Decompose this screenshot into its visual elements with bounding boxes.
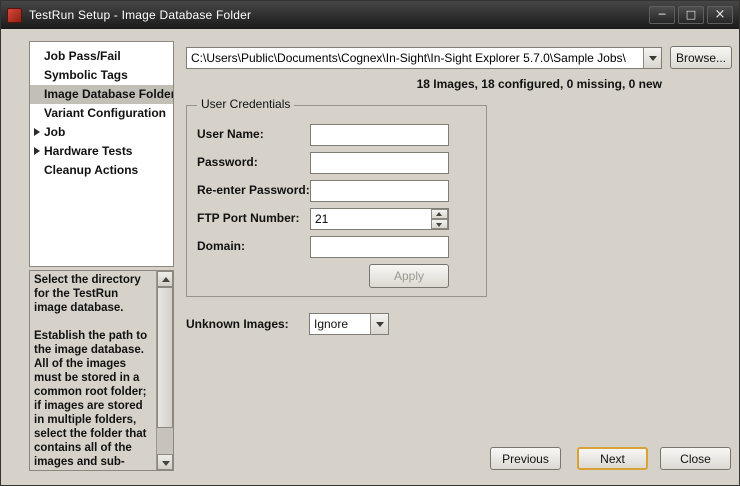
expand-arrow-icon[interactable] — [34, 128, 40, 136]
unknown-images-dropdown-button[interactable] — [370, 314, 388, 334]
step-description-text: Select the directory for the TestRun ima… — [34, 273, 153, 469]
domain-field[interactable] — [310, 236, 449, 258]
password-label: Password: — [197, 155, 258, 169]
arrow-down-icon — [162, 461, 170, 466]
arrow-up-icon — [436, 212, 442, 216]
chevron-down-icon — [649, 56, 657, 61]
maximize-button[interactable]: □ — [678, 6, 704, 24]
user-credentials-title: User Credentials — [197, 97, 294, 111]
setup-step-list: Job Pass/Fail Symbolic Tags Image Databa… — [29, 41, 174, 267]
unknown-images-dropdown[interactable]: Ignore — [309, 313, 389, 335]
sidebar-item-image-database-folder[interactable]: Image Database Folder — [30, 85, 173, 104]
domain-label: Domain: — [197, 239, 245, 253]
titlebar: TestRun Setup - Image Database Folder ─ … — [1, 1, 739, 29]
sidebar-item-label: Symbolic Tags — [44, 68, 128, 82]
sidebar-item-cleanup-actions[interactable]: Cleanup Actions — [30, 161, 173, 180]
arrow-up-icon — [162, 277, 170, 282]
sidebar-item-job[interactable]: Job — [30, 123, 173, 142]
window-controls: ─ □ × — [649, 6, 733, 24]
user-credentials-group: User Credentials User Name: Password: Re… — [186, 105, 487, 297]
sidebar-item-label: Hardware Tests — [44, 144, 132, 158]
description-scrollbar[interactable] — [156, 271, 173, 470]
user-name-label: User Name: — [197, 127, 264, 141]
ftp-port-row: FTP Port Number: — [187, 208, 486, 230]
sidebar-item-label: Job — [44, 125, 65, 139]
reenter-password-label: Re-enter Password: — [197, 183, 310, 197]
apply-button[interactable]: Apply — [369, 264, 449, 288]
expand-arrow-icon[interactable] — [34, 147, 40, 155]
reenter-password-row: Re-enter Password: — [187, 180, 486, 202]
user-name-row: User Name: — [187, 124, 486, 146]
image-database-path-input[interactable] — [187, 48, 661, 68]
unknown-images-selected-value: Ignore — [314, 317, 368, 331]
image-count-status: 18 Images, 18 configured, 0 missing, 0 n… — [186, 77, 662, 93]
path-combo-dropdown-button[interactable] — [643, 48, 661, 68]
scroll-down-button[interactable] — [157, 454, 173, 470]
minimize-button[interactable]: ─ — [649, 6, 675, 24]
sidebar-item-label: Job Pass/Fail — [44, 49, 121, 63]
password-field[interactable] — [310, 152, 449, 174]
sidebar-item-symbolic-tags[interactable]: Symbolic Tags — [30, 66, 173, 85]
password-row: Password: — [187, 152, 486, 174]
testrun-setup-window: TestRun Setup - Image Database Folder ─ … — [0, 0, 740, 486]
sidebar-item-label: Variant Configuration — [44, 106, 166, 120]
reenter-password-field[interactable] — [310, 180, 449, 202]
sidebar-item-hardware-tests[interactable]: Hardware Tests — [30, 142, 173, 161]
arrow-down-icon — [436, 223, 442, 227]
spin-up-button[interactable] — [431, 209, 448, 219]
unknown-images-label: Unknown Images: — [186, 317, 289, 331]
previous-button[interactable]: Previous — [490, 447, 561, 470]
image-database-path-combo — [186, 47, 662, 69]
scroll-up-button[interactable] — [157, 271, 173, 287]
ftp-port-field[interactable] — [310, 208, 449, 230]
browse-button[interactable]: Browse... — [670, 46, 732, 69]
close-button[interactable]: Close — [660, 447, 731, 470]
ftp-port-spinner — [310, 208, 449, 230]
scrollbar-thumb[interactable] — [157, 287, 173, 428]
close-window-button[interactable]: × — [707, 6, 733, 24]
ftp-port-spin-buttons — [431, 209, 448, 229]
chevron-down-icon — [376, 322, 384, 327]
window-title: TestRun Setup - Image Database Folder — [29, 8, 251, 22]
domain-row: Domain: — [187, 236, 486, 258]
sidebar-item-variant-configuration[interactable]: Variant Configuration — [30, 104, 173, 123]
sidebar-item-label: Image Database Folder — [44, 87, 173, 101]
user-name-field[interactable] — [310, 124, 449, 146]
ftp-port-label: FTP Port Number: — [197, 211, 299, 225]
sidebar-item-job-pass-fail[interactable]: Job Pass/Fail — [30, 47, 173, 66]
step-description-box: Select the directory for the TestRun ima… — [29, 270, 174, 471]
sidebar-item-label: Cleanup Actions — [44, 163, 138, 177]
next-button[interactable]: Next — [577, 447, 648, 470]
app-icon — [7, 8, 22, 23]
spin-down-button[interactable] — [431, 219, 448, 229]
